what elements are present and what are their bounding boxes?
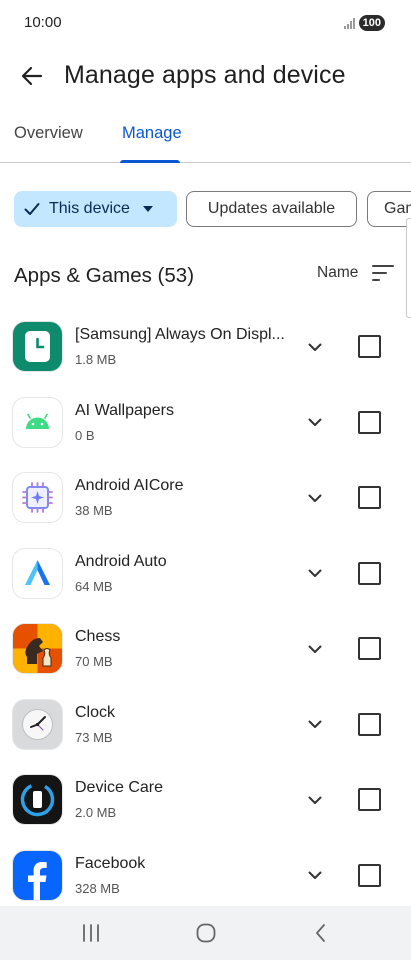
status-indicators: 100 — [343, 15, 385, 31]
list-item[interactable]: Clock 73 MB — [0, 687, 411, 763]
expand-chevron-icon[interactable] — [304, 564, 326, 584]
facebook-icon — [13, 850, 62, 900]
list-item[interactable]: Chess 70 MB — [0, 611, 411, 687]
status-time: 10:00 — [24, 14, 62, 31]
clock-icon — [13, 699, 62, 749]
app-name: Android Auto — [75, 552, 167, 570]
select-checkbox[interactable] — [358, 863, 381, 887]
app-bar: Manage apps and device — [0, 46, 411, 106]
recents-button[interactable] — [76, 921, 106, 945]
nav-back-icon — [316, 924, 325, 942]
select-checkbox[interactable] — [358, 561, 381, 585]
tab-overview[interactable]: Overview — [14, 124, 83, 143]
app-size: 328 MB — [75, 880, 120, 896]
tab-bar: Overview Manage — [0, 110, 411, 163]
device-care-icon — [13, 775, 62, 824]
back-button[interactable] — [16, 60, 48, 92]
sort-label[interactable]: Name — [317, 264, 358, 282]
app-size: 38 MB — [75, 503, 113, 518]
filter-chips: This device Updates available Gam — [14, 191, 411, 227]
select-checkbox[interactable] — [358, 486, 381, 509]
tab-manage[interactable]: Manage — [122, 124, 182, 143]
expand-chevron-icon[interactable] — [304, 337, 326, 357]
this-device-chip[interactable]: This device — [14, 191, 177, 227]
status-bar: 10:00 100 — [0, 0, 411, 46]
app-size: 1.8 MB — [75, 352, 117, 367]
app-name: Facebook — [75, 854, 146, 872]
games-chip[interactable]: Gam — [367, 191, 411, 227]
list-item[interactable]: Android Auto 64 MB — [0, 536, 411, 612]
app-name: [Samsung] Always On Displ... — [75, 326, 285, 343]
battery-indicator: 100 — [358, 15, 385, 31]
updates-available-chip[interactable]: Updates available — [186, 191, 357, 227]
recents-icon — [83, 924, 99, 942]
home-button[interactable] — [191, 921, 221, 945]
list-item[interactable]: [Samsung] Always On Displ... 1.8 MB — [0, 309, 411, 385]
check-icon — [24, 203, 40, 215]
list-item[interactable]: AI Wallpapers 0 B — [0, 385, 411, 461]
dropdown-caret-icon — [142, 206, 153, 212]
app-name: Chess — [75, 628, 121, 645]
select-checkbox[interactable] — [358, 410, 381, 434]
page-title: Manage apps and device — [64, 61, 346, 89]
expand-chevron-icon[interactable] — [304, 790, 326, 810]
app-size: 73 MB — [75, 729, 113, 745]
signal-icon — [343, 17, 355, 29]
app-name: Clock — [75, 703, 116, 721]
app-name: Device Care — [75, 779, 164, 796]
nav-back-button[interactable] — [306, 921, 336, 945]
select-checkbox[interactable] — [358, 712, 381, 736]
home-icon — [196, 923, 216, 943]
back-arrow-icon — [21, 66, 43, 86]
app-name: Android AICore — [75, 477, 184, 494]
system-nav-bar — [0, 906, 411, 960]
chip-icon — [13, 473, 62, 522]
this-device-label: This device — [49, 200, 130, 217]
chess-icon — [13, 624, 62, 673]
scrollbar[interactable] — [406, 218, 411, 318]
tab-indicator — [120, 160, 180, 163]
expand-chevron-icon[interactable] — [304, 715, 326, 735]
list-item[interactable]: Android AICore 38 MB — [0, 460, 411, 536]
list-item[interactable]: Facebook 328 MB — [0, 838, 411, 914]
expand-chevron-icon[interactable] — [304, 488, 326, 508]
select-checkbox[interactable] — [358, 637, 381, 660]
expand-chevron-icon[interactable] — [304, 413, 326, 433]
select-checkbox[interactable] — [358, 788, 381, 811]
app-size: 64 MB — [75, 578, 113, 594]
list-item[interactable]: Device Care 2.0 MB — [0, 762, 411, 838]
android-robot-icon — [13, 397, 62, 447]
app-name: AI Wallpapers — [75, 401, 174, 419]
android-auto-icon — [13, 548, 62, 598]
sort-icon[interactable] — [372, 265, 394, 281]
select-checkbox[interactable] — [358, 335, 381, 358]
expand-chevron-icon[interactable] — [304, 639, 326, 659]
aod-clock-icon — [13, 322, 62, 371]
section-title: Apps & Games (53) — [14, 264, 195, 287]
app-size: 0 B — [75, 427, 95, 443]
expand-chevron-icon[interactable] — [304, 866, 326, 886]
app-size: 2.0 MB — [75, 805, 117, 820]
app-list: [Samsung] Always On Displ... 1.8 MB AI W… — [0, 309, 411, 913]
app-size: 70 MB — [75, 654, 113, 669]
